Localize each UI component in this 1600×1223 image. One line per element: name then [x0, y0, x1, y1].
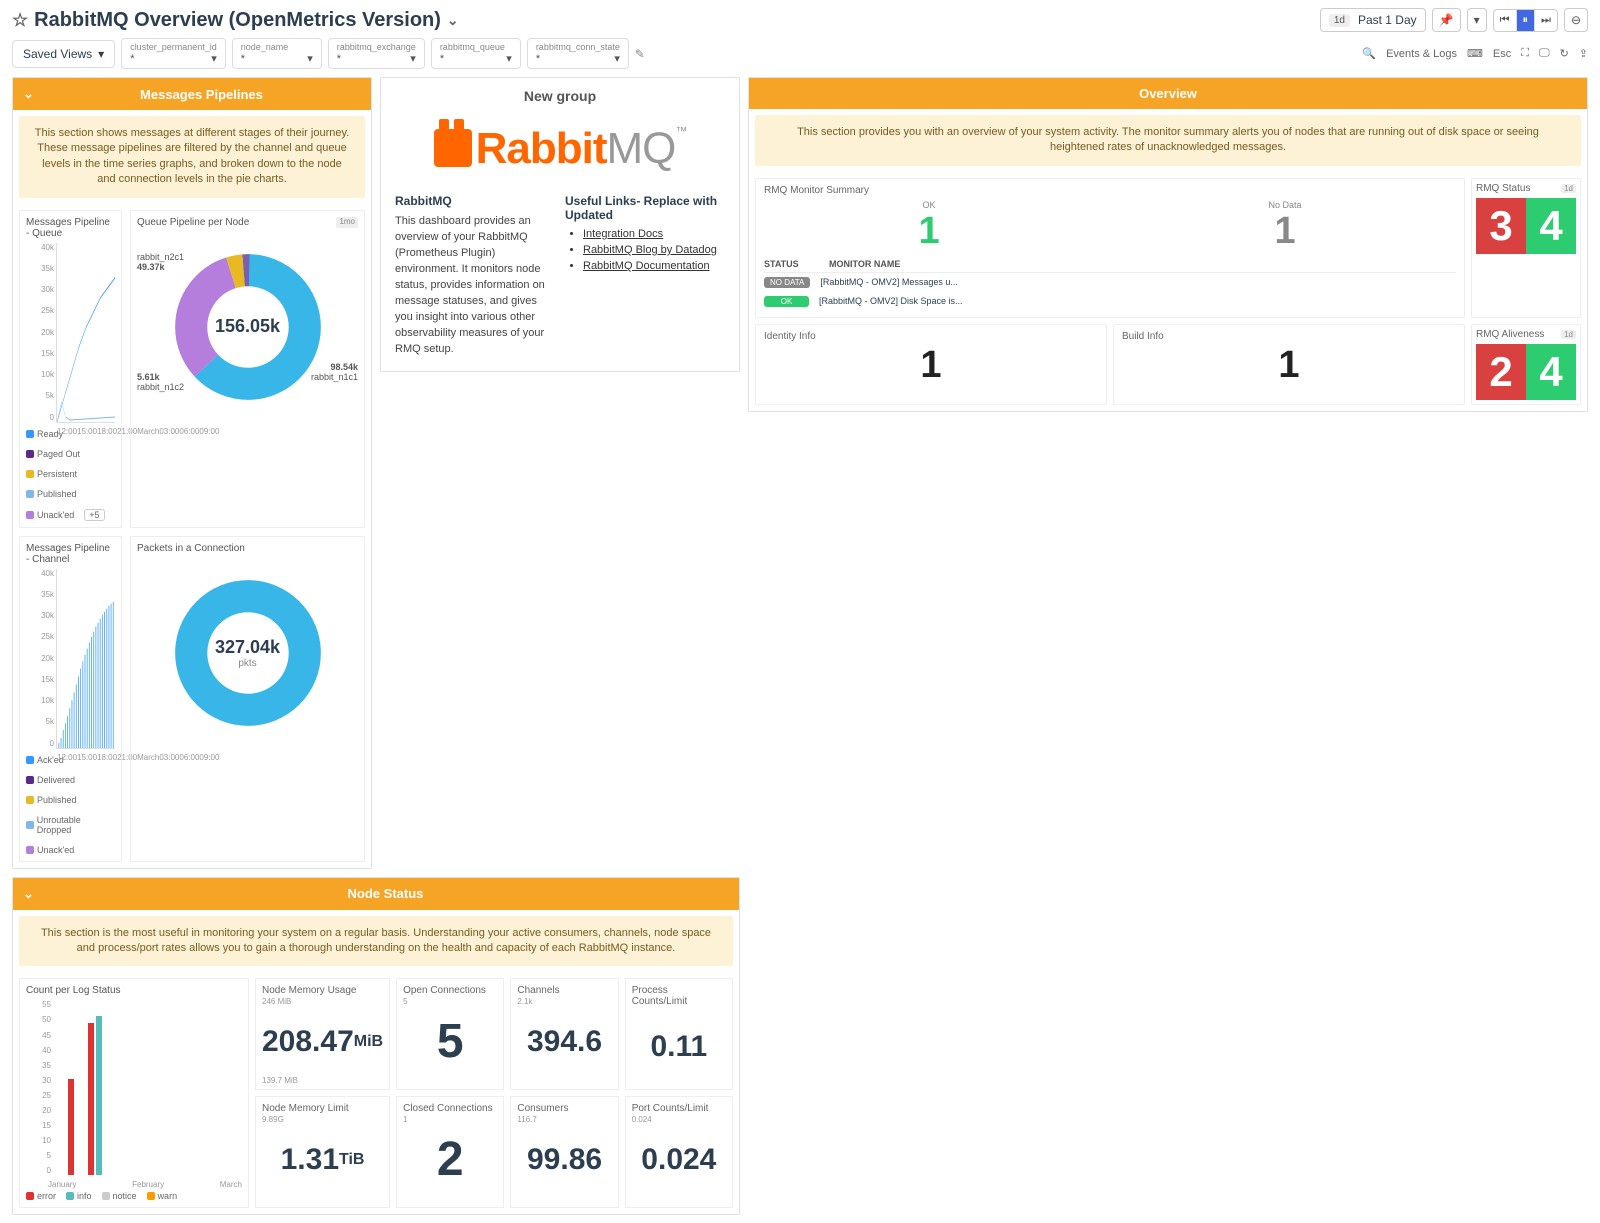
refresh-icon[interactable]: ↻ — [1560, 47, 1569, 60]
queue-node-donut[interactable]: Queue Pipeline per Node1mo 156.05k rabbi… — [130, 210, 365, 528]
consumers-widget[interactable]: Consumers116.799.86 — [510, 1096, 618, 1208]
pin-icon[interactable]: 📌 — [1432, 8, 1461, 32]
title-chevron-icon[interactable]: ⌄ — [447, 12, 459, 29]
overview-header[interactable]: Overview — [749, 78, 1587, 109]
rewind-button[interactable]: ⏮ — [1494, 10, 1517, 31]
rabbitmq-logo: RabbitMQ™ — [381, 114, 739, 194]
forward-button[interactable]: ⏭ — [1535, 10, 1557, 31]
nodestatus-panel: ⌄ Node Status This section is the most u… — [12, 877, 740, 1216]
dropdown-icon[interactable]: ▾ — [1467, 8, 1487, 32]
pipelines-note: This section shows messages at different… — [19, 116, 365, 198]
chevron-down-icon[interactable]: ⌄ — [23, 86, 34, 102]
monitor-summary-widget[interactable]: RMQ Monitor Summary OK 1 No Data 1 STATU… — [755, 178, 1465, 318]
nodestatus-header[interactable]: ⌄ Node Status — [13, 878, 739, 910]
edit-filters-icon[interactable]: ✎ — [635, 47, 645, 61]
screen-icon[interactable]: 🖵 — [1539, 47, 1550, 60]
link-blog[interactable]: RabbitMQ Blog by Datadog — [583, 244, 725, 256]
filter-conn-state[interactable]: rabbitmq_conn_state *▾ — [527, 38, 629, 69]
filter-bar: Saved Views▾ cluster_permanent_id *▾ nod… — [12, 38, 1588, 69]
events-logs-link[interactable]: Events & Logs — [1386, 48, 1457, 60]
share-icon[interactable]: ⇪ — [1579, 47, 1588, 60]
queue-chart[interactable]: Messages Pipeline - Queue 40k35k30k25k20… — [19, 210, 122, 528]
left-column: New group RabbitMQ™ RabbitMQ This dashbo… — [380, 77, 740, 412]
rmq-aliveness-widget[interactable]: RMQ Aliveness1d 24 — [1471, 324, 1581, 405]
rabbitmq-logo-icon — [434, 129, 472, 167]
saved-views-dropdown[interactable]: Saved Views▾ — [12, 40, 115, 68]
filter-exchange[interactable]: rabbitmq_exchange *▾ — [328, 38, 425, 69]
esc-label: Esc — [1493, 48, 1511, 60]
page-title: RabbitMQ Overview (OpenMetrics Version) — [34, 9, 441, 32]
keyboard-icon[interactable]: ⌨ — [1467, 47, 1483, 60]
monitor-row[interactable]: OK[RabbitMQ - OMV2] Disk Space is... — [764, 292, 1456, 311]
fullscreen-icon[interactable]: ⛶ — [1521, 47, 1529, 60]
pause-button[interactable]: ⏸ — [1517, 10, 1536, 31]
link-integration-docs[interactable]: Integration Docs — [583, 228, 725, 240]
dashboard-grid: New group RabbitMQ™ RabbitMQ This dashbo… — [12, 77, 1588, 1215]
packets-donut[interactable]: Packets in a Connection 327.04kpkts — [130, 536, 365, 862]
link-documentation[interactable]: RabbitMQ Documentation — [583, 260, 725, 272]
closed-conn-widget[interactable]: Closed Connections12 — [396, 1096, 504, 1208]
chevron-down-icon[interactable]: ⌄ — [23, 886, 34, 902]
time-range-label: Past 1 Day — [1358, 13, 1417, 27]
port-widget[interactable]: Port Counts/Limit0.0240.024 — [625, 1096, 733, 1208]
right-tools: 🔍 Events & Logs ⌨ Esc ⛶ 🖵 ↻ ⇪ — [1362, 47, 1588, 60]
channels-widget[interactable]: Channels2.1k394.6 — [510, 978, 618, 1090]
pipelines-panel: ⌄ Messages Pipelines This section shows … — [12, 77, 372, 869]
rmq-status-widget[interactable]: RMQ Status1d 34 — [1471, 178, 1581, 318]
star-icon[interactable]: ☆ — [12, 10, 28, 31]
playback-controls: ⏮ ⏸ ⏭ — [1493, 9, 1558, 32]
log-status-chart[interactable]: Count per Log Status 5550454035302520151… — [19, 978, 249, 1208]
build-info-widget[interactable]: Build Info 1 — [1113, 324, 1465, 405]
overview-panel: Overview This section provides you with … — [748, 77, 1588, 412]
newgroup-panel: New group RabbitMQ™ RabbitMQ This dashbo… — [380, 77, 740, 372]
top-bar: ☆ RabbitMQ Overview (OpenMetrics Version… — [12, 8, 1588, 32]
mem-usage-widget[interactable]: Node Memory Usage246 MiB139.7 MiB208.47M… — [255, 978, 390, 1090]
search-icon[interactable]: 🔍 — [1362, 47, 1376, 60]
time-tag: 1d — [1329, 14, 1350, 27]
filter-node-name[interactable]: node_name *▾ — [232, 38, 322, 69]
time-controls: 1d Past 1 Day 📌 ▾ ⏮ ⏸ ⏭ ⊖ — [1320, 8, 1588, 32]
more-legend-button[interactable]: +5 — [84, 509, 104, 521]
description-box: RabbitMQ This dashboard provides an over… — [395, 194, 555, 357]
monitor-row[interactable]: NO DATA[RabbitMQ - OMV2] Messages u... — [764, 273, 1456, 292]
channel-chart[interactable]: Messages Pipeline - Channel 40k35k30k25k… — [19, 536, 122, 862]
time-range-picker[interactable]: 1d Past 1 Day — [1320, 8, 1426, 32]
filter-cluster-id[interactable]: cluster_permanent_id *▾ — [121, 38, 226, 69]
newgroup-title: New group — [381, 78, 739, 114]
open-conn-widget[interactable]: Open Connections55 — [396, 978, 504, 1090]
pipelines-header[interactable]: ⌄ Messages Pipelines — [13, 78, 371, 110]
overview-note: This section provides you with an overvi… — [755, 115, 1581, 166]
nodestatus-note: This section is the most useful in monit… — [19, 916, 733, 967]
mem-limit-widget[interactable]: Node Memory Limit9.89G1.31TiB — [255, 1096, 390, 1208]
title-area: ☆ RabbitMQ Overview (OpenMetrics Version… — [12, 9, 1312, 32]
process-widget[interactable]: Process Counts/Limit0.11 — [625, 978, 733, 1090]
filter-queue[interactable]: rabbitmq_queue *▾ — [431, 38, 521, 69]
links-box: Useful Links- Replace with Updated Integ… — [565, 194, 725, 357]
zoom-out-icon[interactable]: ⊖ — [1564, 8, 1588, 32]
identity-info-widget[interactable]: Identity Info 1 — [755, 324, 1107, 405]
